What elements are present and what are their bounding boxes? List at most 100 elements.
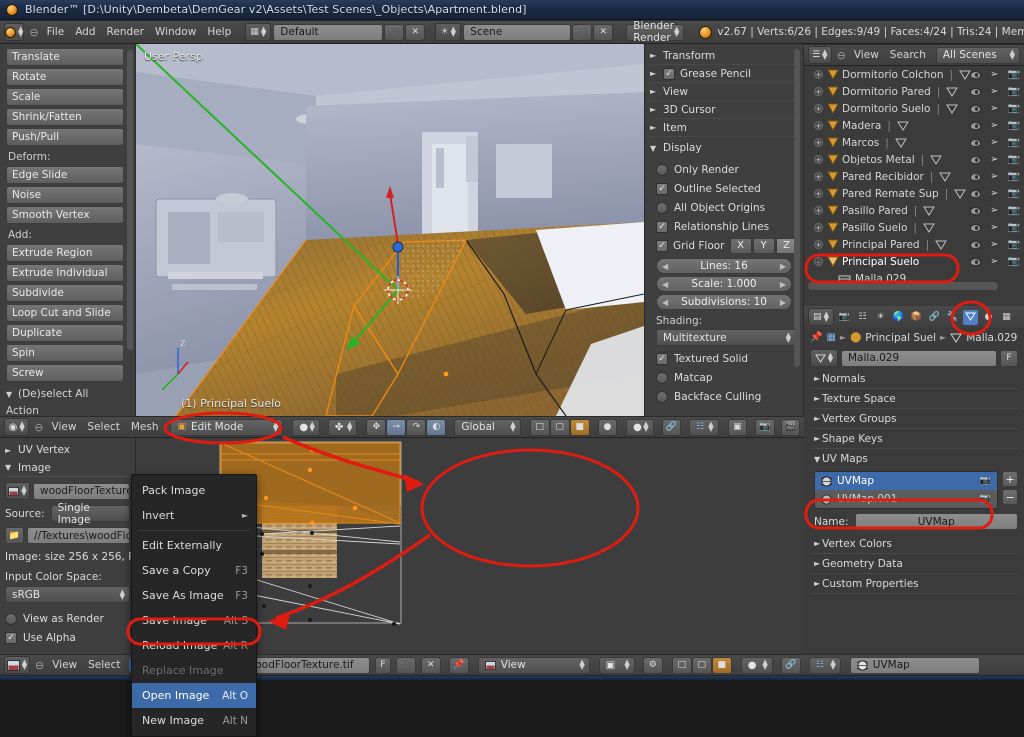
matcap-checkbox[interactable] <box>656 371 668 384</box>
uv-map-render-icon-0[interactable]: 📷 <box>980 476 991 486</box>
restrict-render-icon[interactable]: 📷 <box>1008 154 1020 165</box>
use-alpha-checkbox[interactable]: ✓ <box>5 631 17 644</box>
restrict-select-icon[interactable]: ➢ <box>990 154 998 165</box>
outliner-tree[interactable]: + Dormitorio Colchon | ➢ 📷 + Dormitorio … <box>804 66 1024 292</box>
manipulator-toggle-button[interactable]: ✥ <box>366 418 387 436</box>
breadcrumb-mesh[interactable]: Malla.029 <box>966 332 1017 344</box>
pivot-point-dropdown[interactable]: ✤ ▲ ▼ <box>327 418 358 436</box>
outliner-row-principal-suelo[interactable]: – Principal Suelo ➢ 📷 <box>804 253 1024 270</box>
panel-item[interactable]: ► Item <box>650 119 798 137</box>
image-browse-button[interactable]: ▲ ▼ <box>5 482 30 500</box>
tab-object-data-icon[interactable] <box>963 309 978 325</box>
scene-browse-icon[interactable]: ☀ ▲ ▼ <box>435 23 462 41</box>
grid-axis-y[interactable]: Y <box>752 237 775 254</box>
outliner-row-4[interactable]: + Marcos | ➢ 📷 <box>804 134 1024 151</box>
outliner-row-icons[interactable]: ➢ 📷 <box>970 69 1020 80</box>
uv-editor-type-button[interactable]: ▲ ▼ <box>4 656 30 674</box>
tab-texture-icon[interactable]: ▦ <box>999 310 1014 325</box>
uv-menu-select[interactable]: Select <box>85 659 123 671</box>
outliner-row-1[interactable]: + Dormitorio Pared | ➢ 📷 <box>804 83 1024 100</box>
increment-arrow-icon[interactable]: ▶ <box>780 298 786 307</box>
panel-grease-pencil[interactable]: ► ✓ Grease Pencil <box>650 65 798 83</box>
filepath-field[interactable]: //Textures\woodFloorTexture <box>27 527 130 544</box>
restrict-view-icon[interactable] <box>970 257 982 266</box>
npanel-scrollbar[interactable] <box>794 49 800 367</box>
transform-orientation-dropdown[interactable]: Global ▲ ▼ <box>454 418 521 436</box>
rotate-manipulator-button[interactable]: ↷ <box>406 418 427 436</box>
editor-type-selector[interactable]: ▲ ▼ <box>4 23 25 41</box>
tool-translate[interactable]: Translate <box>6 48 124 66</box>
checkbox-backface-culling[interactable]: Backface Culling <box>656 387 798 406</box>
tab-render-layers-icon[interactable]: ☷ <box>855 310 870 325</box>
restrict-render-icon[interactable]: 📷 <box>1008 239 1020 250</box>
add-uv-map-button[interactable]: + <box>1002 471 1018 487</box>
tab-world-icon[interactable]: 🌎 <box>891 310 906 325</box>
image-name-field[interactable]: woodFloorTexture.tif <box>33 482 130 500</box>
restrict-select-icon[interactable]: ➢ <box>990 103 998 114</box>
render-preview-button[interactable]: ▣ <box>727 418 748 436</box>
tool-smooth-vertex[interactable]: Smooth Vertex <box>6 206 124 224</box>
restrict-render-icon[interactable]: 📷 <box>1008 120 1020 131</box>
restrict-view-icon[interactable] <box>970 206 982 215</box>
vertex-select-mode-button[interactable]: □ <box>529 418 550 436</box>
grid-floor-row[interactable]: ✓ Grid Floor X Y Z <box>656 236 798 255</box>
expand-icon[interactable]: + <box>814 240 823 249</box>
file-browse-icon[interactable]: 📁 <box>5 527 24 544</box>
restrict-render-icon[interactable]: 📷 <box>1008 137 1020 148</box>
menu-item-new-image[interactable]: New Image Alt N <box>132 708 256 733</box>
render-image-button[interactable]: 📷 <box>755 418 775 436</box>
restrict-render-icon[interactable]: 📷 <box>1008 222 1020 233</box>
panel-view[interactable]: ► View <box>650 83 798 101</box>
panel-3d-cursor[interactable]: ► 3D Cursor <box>650 101 798 119</box>
pin-icon[interactable]: 📌 <box>810 332 822 343</box>
collapse-menu-icon[interactable]: ⊖ <box>29 26 38 39</box>
checkbox-view-as-render[interactable]: View as Render <box>5 609 130 628</box>
viewport-menu-mesh[interactable]: Mesh <box>128 421 162 433</box>
outliner-row-icons[interactable]: ➢ 📷 <box>970 256 1020 267</box>
panel-shape-keys[interactable]: ► Shape Keys <box>810 429 1018 449</box>
outliner-row-icons[interactable]: ➢ 📷 <box>970 171 1020 182</box>
restrict-select-icon[interactable]: ➢ <box>990 188 998 199</box>
panel-image[interactable]: ▼ Image <box>5 459 130 477</box>
tool-extrude-region[interactable]: Extrude Region <box>6 244 124 262</box>
colorspace-dropdown[interactable]: sRGB ▲ ▼ <box>5 586 130 603</box>
restrict-view-icon[interactable] <box>970 155 982 164</box>
snap-element-dropdown[interactable]: ☷ ▲ ▼ <box>689 418 719 436</box>
increment-arrow-icon[interactable]: ▶ <box>780 280 786 289</box>
uv-menu-view[interactable]: View <box>49 659 80 671</box>
expand-icon[interactable]: + <box>814 121 823 130</box>
checkbox-only-render[interactable]: Only Render <box>656 160 798 179</box>
expand-icon[interactable]: + <box>814 104 823 113</box>
menu-window[interactable]: Window <box>152 26 199 38</box>
snap-magnet-button[interactable]: 🔗 <box>661 418 682 436</box>
uv-map-render-icon-1[interactable]: 📷 <box>980 494 991 504</box>
outliner-row-7[interactable]: + Pared Remate Sup | ➢ 📷 <box>804 185 1024 202</box>
menu-item-edit-externally[interactable]: Edit Externally <box>132 533 256 558</box>
checkbox-relationship-lines[interactable]: ✓ Relationship Lines <box>656 217 798 236</box>
uv-map-item-0[interactable]: UVMap 📷 <box>815 472 997 490</box>
expand-icon[interactable]: + <box>814 138 823 147</box>
restrict-view-icon[interactable] <box>970 240 982 249</box>
datablock-browse-button[interactable]: ▲ ▼ <box>810 349 838 367</box>
uv-proportional-edit-dropdown[interactable]: ● ▲ ▼ <box>740 656 773 674</box>
restrict-render-icon[interactable]: 📷 <box>1008 256 1020 267</box>
mode-dropdown[interactable]: ▣ Edit Mode ▲ ▼ <box>170 418 284 436</box>
tab-render-icon[interactable]: 📷 <box>837 310 852 325</box>
properties-tab-row[interactable]: ▤ ▲ ▼ 📷 ☷ ☀ 🌎 📦 🔗 🔧 ● ▦ <box>804 306 1024 328</box>
restrict-render-icon[interactable]: 📷 <box>1008 171 1020 182</box>
restrict-render-icon[interactable]: 📷 <box>1008 86 1020 97</box>
restrict-view-icon[interactable] <box>970 70 982 79</box>
uv-map-item-1[interactable]: UVMap.001 📷 <box>815 490 997 508</box>
outliner-row-icons[interactable]: ➢ 📷 <box>970 154 1020 165</box>
uv-layer-field[interactable]: UVMap <box>849 656 980 674</box>
outliner-row-icons[interactable]: ➢ 📷 <box>970 103 1020 114</box>
tool-duplicate[interactable]: Duplicate <box>6 324 124 342</box>
expand-icon[interactable]: + <box>814 70 823 79</box>
restrict-select-icon[interactable]: ➢ <box>990 171 998 182</box>
uv-unlink-image-button[interactable]: ✕ <box>420 656 441 674</box>
toolshelf-scrollbar[interactable] <box>127 50 133 350</box>
outliner-row-icons[interactable]: ➢ 📷 <box>970 120 1020 131</box>
edge-select-mode-button[interactable]: ▢ <box>549 418 570 436</box>
outliner-row-3[interactable]: + Madera | ➢ 📷 <box>804 117 1024 134</box>
menu-item-open-image[interactable]: Open Image Alt O <box>132 683 256 708</box>
